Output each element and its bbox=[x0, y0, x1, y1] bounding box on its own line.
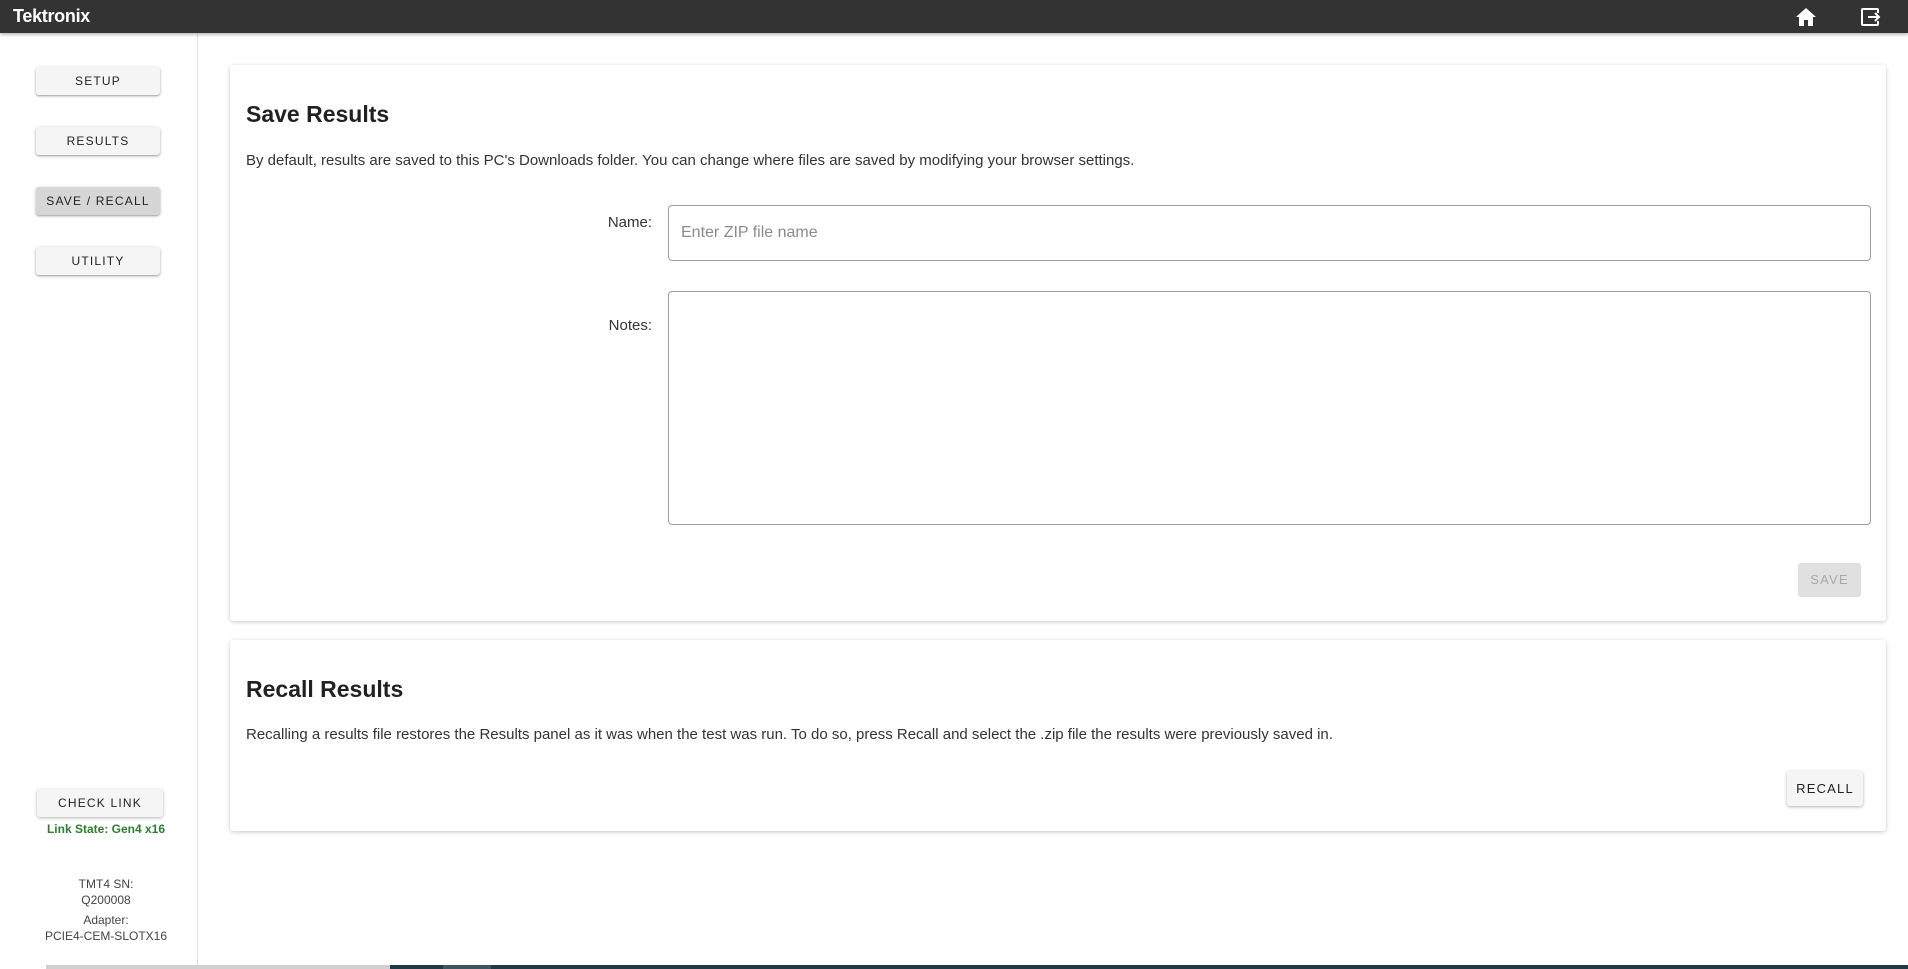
bottom-taskbar-strip bbox=[0, 965, 1908, 969]
nav-utility-button[interactable]: UTILITY bbox=[36, 247, 160, 275]
nav-save-recall-button[interactable]: SAVE / RECALL bbox=[36, 187, 160, 215]
recall-results-title: Recall Results bbox=[246, 676, 404, 702]
adapter-value: PCIE4-CEM-SLOTX16 bbox=[44, 929, 168, 943]
notes-textarea[interactable] bbox=[668, 291, 1871, 525]
top-bar: Tektronix bbox=[0, 0, 1908, 33]
zip-name-input[interactable] bbox=[668, 205, 1871, 261]
save-results-title: Save Results bbox=[246, 101, 390, 127]
sn-label: TMT4 SN: bbox=[78, 877, 134, 891]
recall-results-card: Recall Results Recalling a results file … bbox=[230, 640, 1886, 831]
name-label: Name: bbox=[607, 214, 652, 231]
save-button[interactable]: SAVE bbox=[1798, 563, 1861, 597]
notes-label: Notes: bbox=[608, 317, 652, 334]
adapter-label: Adapter: bbox=[83, 913, 129, 927]
nav-results-button[interactable]: RESULTS bbox=[36, 127, 160, 155]
exit-icon[interactable] bbox=[1858, 5, 1882, 29]
nav-setup-button[interactable]: SETUP bbox=[36, 67, 160, 95]
tektronix-logo: Tektronix bbox=[13, 6, 90, 26]
home-icon[interactable] bbox=[1794, 5, 1818, 29]
save-results-card: Save Results By default, results are sav… bbox=[230, 65, 1886, 621]
device-info: TMT4 SN: Q200008 Adapter: PCIE4-CEM-SLOT… bbox=[0, 876, 212, 944]
recall-button[interactable]: RECALL bbox=[1787, 771, 1863, 806]
sidebar: SETUP RESULTS SAVE / RECALL UTILITY CHEC… bbox=[0, 33, 198, 969]
sn-value: Q200008 bbox=[81, 893, 131, 907]
check-link-button[interactable]: CHECK LINK bbox=[37, 789, 163, 817]
link-state-text: Link State: Gen4 x16 bbox=[46, 822, 166, 836]
save-results-description: By default, results are saved to this PC… bbox=[246, 152, 1135, 169]
recall-results-description: Recalling a results file restores the Re… bbox=[246, 726, 1333, 743]
